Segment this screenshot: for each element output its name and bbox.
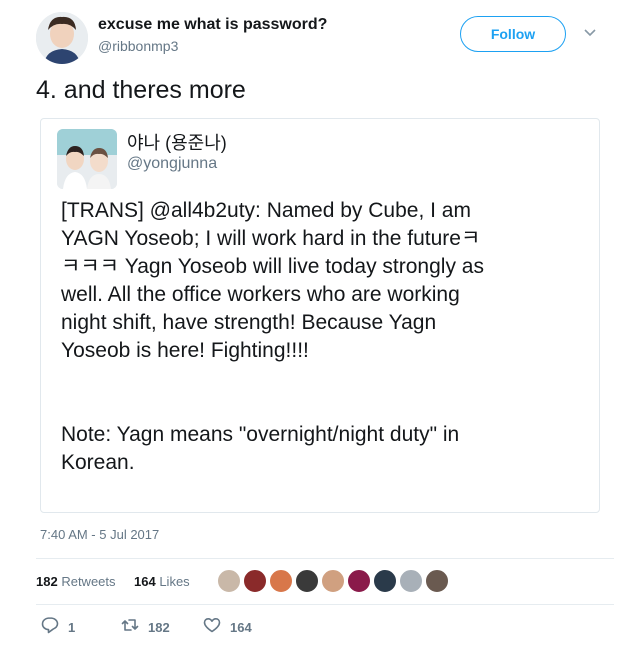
tweet-stats: 182 Retweets 164 Likes: [36, 566, 616, 600]
divider: [36, 604, 614, 605]
quoted-author-name[interactable]: 야나 (용준나): [127, 129, 227, 155]
quoted-tweet-text: [TRANS] @all4b2uty: Named by Cube, I am …: [61, 199, 484, 474]
tweet-actions: 1 182 164: [36, 612, 616, 642]
liker-avatar[interactable]: [424, 568, 450, 594]
retweets-stat[interactable]: 182 Retweets: [36, 574, 116, 589]
chevron-down-icon[interactable]: [582, 24, 598, 40]
liker-avatar[interactable]: [372, 568, 398, 594]
likes-label: Likes: [159, 574, 190, 589]
like-count: 164: [230, 619, 252, 635]
quoted-author-handle[interactable]: @yongjunna: [127, 155, 217, 173]
retweet-icon: [120, 615, 140, 640]
quoted-author-avatar[interactable]: [57, 129, 117, 189]
likes-stat[interactable]: 164 Likes: [134, 574, 190, 589]
liker-avatar[interactable]: [398, 568, 424, 594]
liker-avatar[interactable]: [294, 568, 320, 594]
retweets-label: Retweets: [61, 574, 116, 589]
tweet-text: 4. and theres more: [36, 76, 246, 104]
tweet-card: excuse me what is password? @ribbonmp3 F…: [0, 0, 636, 658]
follow-button[interactable]: Follow: [460, 16, 566, 52]
reply-button[interactable]: 1: [40, 616, 75, 638]
like-button[interactable]: 164: [202, 616, 252, 638]
author-avatar[interactable]: [36, 12, 88, 64]
liker-avatar[interactable]: [242, 568, 268, 594]
author-display-name[interactable]: excuse me what is password?: [98, 16, 327, 34]
tweet-header: excuse me what is password? @ribbonmp3 F…: [36, 12, 616, 64]
retweet-button[interactable]: 182: [120, 616, 170, 638]
reply-icon: [40, 615, 60, 640]
divider: [36, 558, 614, 559]
heart-icon: [202, 615, 222, 640]
author-handle[interactable]: @ribbonmp3: [98, 38, 178, 54]
likes-count: 164: [134, 574, 156, 589]
retweets-count: 182: [36, 574, 58, 589]
quoted-tweet[interactable]: 야나 (용준나) @yongjunna [TRANS] @all4b2uty: …: [40, 118, 600, 513]
liker-avatar[interactable]: [346, 568, 372, 594]
liker-avatar[interactable]: [320, 568, 346, 594]
tweet-timestamp[interactable]: 7:40 AM - 5 Jul 2017: [40, 527, 159, 542]
reply-count: 1: [68, 619, 76, 635]
liker-avatar[interactable]: [216, 568, 242, 594]
liker-avatar[interactable]: [268, 568, 294, 594]
retweet-count: 182: [148, 619, 170, 635]
